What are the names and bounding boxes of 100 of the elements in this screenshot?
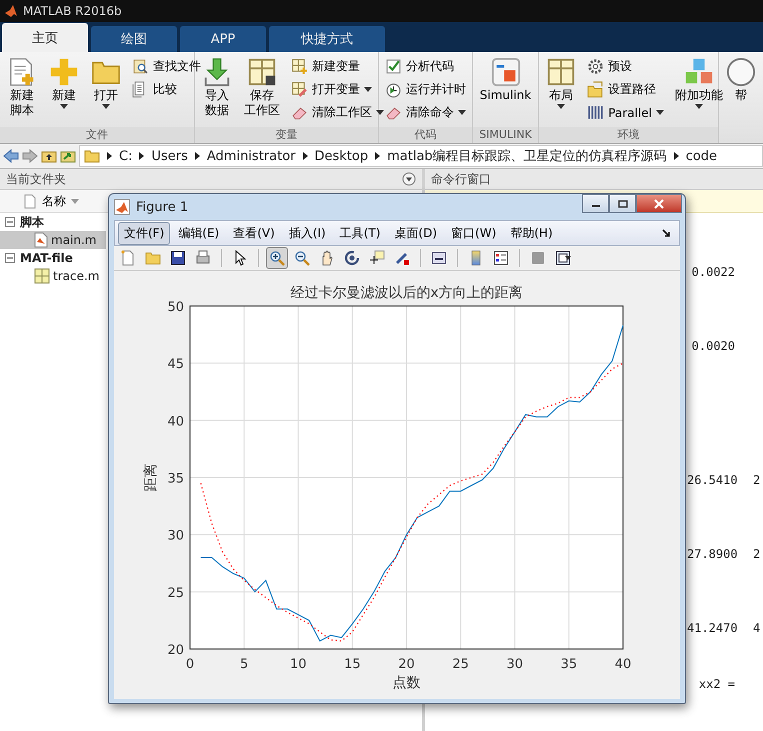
y-axis-label: 距离 [143,464,159,492]
x-tick-label: 5 [240,657,248,672]
x-tick-label: 35 [560,657,578,672]
breadcrumb-arrow-icon [107,152,112,160]
toolstrip-button[interactable]: 打开 [88,55,124,123]
figure-title: Figure 1 [136,200,188,214]
close-button[interactable] [636,194,682,213]
new-figure-icon [120,250,136,266]
toolstrip-button[interactable]: 新建 [46,55,82,123]
script-file-icon [34,232,48,248]
grid-plus-icon [291,58,308,75]
folder-icon [84,148,100,164]
toolstrip-button[interactable]: 新建 脚本 [4,55,40,123]
y-tick-label: 20 [167,643,184,658]
breadcrumb-arrow-icon [375,152,380,160]
legend-icon [493,250,509,266]
file-row[interactable]: main.m [0,231,106,249]
window-title: MATLAB R2016b [23,4,122,18]
toolstrip-button[interactable]: Simulink [476,55,534,123]
menu-item[interactable]: 窗口(W) [445,222,502,244]
menu-item[interactable]: 帮助(H) [504,222,559,244]
address-field[interactable]: C: Users Administrator Desktop matlab编程目标跟踪、卫星定位的仿真程序源码 code [79,145,763,167]
toolstrip-button[interactable]: 布局 [543,55,580,123]
menu-item[interactable]: 插入(I) [282,222,332,244]
x-tick-label: 10 [290,657,307,672]
close-icon [653,198,665,208]
minimize-button[interactable] [582,194,609,213]
maximize-button[interactable] [609,194,636,213]
breadcrumb[interactable]: Desktop [314,148,368,164]
matlab-logo-icon [114,199,130,215]
toolstrip-button[interactable]: 附加功能 [672,55,726,123]
breadcrumb[interactable]: C: [119,148,132,164]
group-label: 环境 [539,127,718,143]
print-icon [195,250,211,266]
down-arrow-icon [202,57,232,87]
toolstrip-button[interactable]: 保存 工作区 [241,55,283,123]
maximize-icon [618,200,628,208]
output-text: 26.5410 [687,473,735,489]
ribbon-tab[interactable]: 绘图 [91,26,177,52]
square-icon [530,250,546,266]
menu-item[interactable]: 桌面(D) [388,222,444,244]
undock-arrow-icon[interactable] [662,229,671,238]
output-text: 0.0020 [690,339,735,355]
breadcrumb[interactable]: code [686,148,718,164]
output-text: 2 [753,547,760,563]
dropdown-icon[interactable] [402,172,416,186]
menu-item[interactable]: 编辑(E) [172,222,226,244]
stopwatch-icon [384,81,402,98]
ribbon-tab[interactable]: APP [180,26,266,52]
ribbon-tab[interactable]: 主页 [2,23,88,52]
breadcrumb[interactable]: Administrator [206,148,296,164]
group-label: 文件 [0,127,194,143]
menu-item[interactable]: 工具(T) [334,222,386,244]
gear-icon [587,58,604,75]
magnifier-document-icon [132,58,149,75]
group-label: 变量 [195,127,378,143]
breadcrumb-arrow-icon [194,152,200,160]
open-folder-icon [145,250,161,266]
group-label: 代码 [378,127,472,143]
checklist-icon [384,58,402,75]
tree-group[interactable]: 脚本 [20,214,44,230]
breadcrumb[interactable]: Users [151,148,188,164]
collapse-icon[interactable] [5,253,15,263]
toolstrip-button[interactable]: 设置路径 [585,78,666,101]
sort-caret-icon [71,198,79,204]
toolstrip-button[interactable]: 帮 [723,55,759,123]
collapse-icon[interactable] [5,217,15,227]
y-tick-label: 30 [167,528,184,544]
caret-icon[interactable] [565,256,571,260]
column-header[interactable]: 名称 [42,192,79,210]
grid-save-icon [247,57,277,87]
up-folder-icon[interactable] [41,149,57,163]
back-arrow-icon[interactable] [3,149,19,163]
x-tick-label: 30 [506,657,524,672]
document-icon [24,194,36,208]
dock-window-icon [555,250,571,266]
ribbon-tab[interactable]: 快捷方式 [269,26,385,52]
output-text: 0.0022 [690,265,735,281]
output-text: 2 [753,473,760,489]
menu-item[interactable]: 查看(V) [227,222,281,244]
block-diagram-icon [490,57,520,87]
layout-grid-icon [546,57,576,87]
breadcrumb[interactable]: matlab编程目标跟踪、卫星定位的仿真程序源码 [387,147,667,165]
matlab-logo-icon [4,4,18,18]
x-axis-label: 点数 [392,675,420,691]
x-tick-label: 25 [452,657,469,672]
bars-icon [587,104,604,121]
browse-folder-icon[interactable] [60,149,76,163]
breadcrumb-arrow-icon [302,152,308,160]
breadcrumb-arrow-icon [139,152,144,160]
x-tick-label: 40 [614,657,632,672]
menu-item[interactable]: 文件(F) [118,222,170,244]
grid-pencil-icon [291,81,308,98]
panel-title: 命令行窗口 [431,170,491,188]
toolstrip-button[interactable]: 预设 [585,55,666,78]
file-row[interactable]: trace.m [0,267,106,285]
toolstrip-button[interactable]: Parallel [585,101,666,124]
plus-icon [49,57,79,87]
x-tick-label: 0 [186,657,194,672]
tree-group[interactable]: MAT-file [20,251,73,265]
